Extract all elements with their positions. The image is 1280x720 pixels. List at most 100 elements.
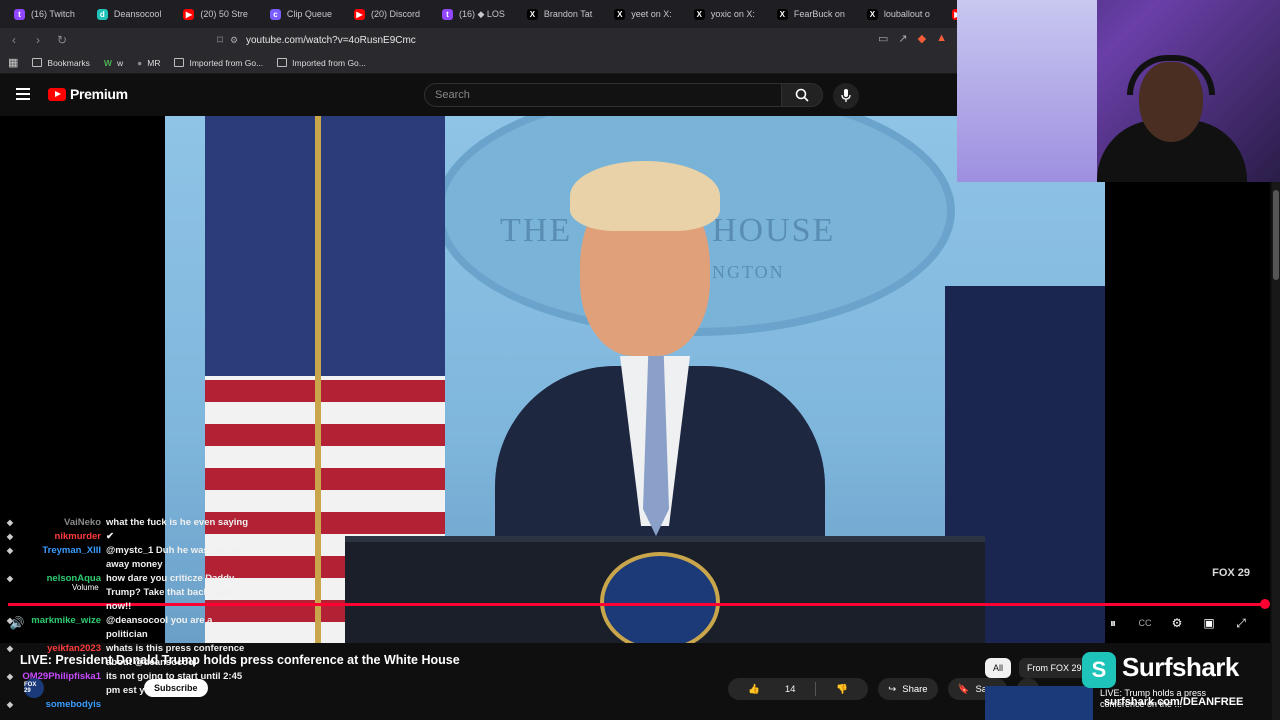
tab-favicon-icon: X bbox=[866, 8, 878, 20]
chat-text: how dare you criticze Daddy Trump? Take … bbox=[106, 573, 235, 612]
tab-label: louballout o bbox=[883, 9, 930, 19]
browser-tab[interactable]: ▶ (20) 50 Stre bbox=[173, 2, 258, 26]
chat-text: ✔ bbox=[106, 531, 114, 542]
share-icon: ↪ bbox=[888, 683, 897, 695]
sponsor-url: surfshark.com/DEANFREE bbox=[1104, 696, 1244, 708]
flag-pole bbox=[315, 116, 321, 643]
brave-shield-icon[interactable]: ◆ bbox=[918, 32, 926, 45]
voice-search-button[interactable] bbox=[833, 83, 859, 109]
chat-username[interactable]: Treyman_XIII bbox=[21, 544, 101, 558]
bookmark-icon[interactable]: ⌑ bbox=[210, 30, 230, 50]
browser-tab[interactable]: Xlouballout o bbox=[857, 2, 940, 26]
recommendation-chips: All From FOX 29 F bbox=[985, 658, 1098, 678]
tab-label: (16) Twitch bbox=[31, 9, 75, 19]
captions-icon[interactable]: CC bbox=[1138, 616, 1152, 630]
apps-grid-icon[interactable]: ▦ bbox=[8, 56, 18, 69]
channel-avatar[interactable]: FOX 29 bbox=[24, 678, 44, 698]
tab-favicon-icon: d bbox=[96, 8, 108, 20]
tab-favicon-icon: t bbox=[14, 8, 25, 20]
chat-username[interactable]: markmike_wize bbox=[21, 614, 101, 628]
sponsor-name: Surfshark bbox=[1122, 652, 1239, 682]
browser-tab[interactable]: Xyeet on X: bbox=[604, 2, 682, 26]
hamburger-menu-icon[interactable] bbox=[16, 88, 30, 100]
chat-text: what the fuck is he even saying bbox=[106, 517, 249, 528]
bookmarks-bar: ▦ Bookmarks Ww ● MR Imported from Go... I… bbox=[0, 52, 957, 74]
bookmark-item[interactable]: Ww bbox=[104, 58, 123, 68]
chat-badge-icon: ◆ bbox=[6, 518, 14, 527]
miniplayer-icon[interactable]: ▣ bbox=[1202, 616, 1216, 630]
chat-message: ◆ markmike_wize @deansocool you are a poli… bbox=[0, 614, 270, 642]
fullscreen-icon[interactable]: ⤢ bbox=[1234, 616, 1248, 630]
browser-tab[interactable]: ▶(20) Bodyca bbox=[942, 2, 957, 26]
tab-favicon-icon: X bbox=[776, 8, 788, 20]
chat-username[interactable]: VaiNeko bbox=[21, 516, 101, 530]
webcam-background-wall bbox=[957, 0, 1097, 182]
bookmark-item[interactable]: ● MR bbox=[137, 58, 160, 68]
like-button[interactable]: 👍 14 bbox=[728, 678, 815, 700]
surfshark-logo-icon: S bbox=[1082, 652, 1116, 688]
chip-all[interactable]: All bbox=[985, 658, 1012, 678]
bookmark-item[interactable]: Imported from Go... bbox=[277, 58, 366, 68]
tab-favicon-icon: c bbox=[269, 8, 281, 20]
search-button[interactable] bbox=[781, 83, 823, 107]
w-icon: W bbox=[103, 57, 112, 68]
bookmark-folder-icon bbox=[32, 58, 43, 67]
chat-message: ◆ Treyman_XIII @mystc_1 Duh he was giving … bbox=[0, 544, 270, 572]
tab-label: FearBuck on bbox=[793, 9, 845, 19]
tab-label: yoxic on X: bbox=[710, 9, 755, 19]
tab-label: Brandon Tat bbox=[543, 9, 593, 19]
dislike-button[interactable]: 👎 bbox=[816, 678, 868, 700]
subscribe-button[interactable]: Subscribe bbox=[144, 679, 208, 697]
chat-username[interactable]: somebodyis bbox=[21, 698, 101, 712]
back-icon[interactable]: ‹ bbox=[4, 30, 24, 50]
chat-message: ◆ nikmurder ✔ bbox=[0, 530, 270, 544]
tab-favicon-icon: X bbox=[614, 8, 626, 20]
bookmark-item[interactable]: Imported from Go... bbox=[174, 58, 263, 68]
recommended-video-thumbnail[interactable] bbox=[985, 686, 1093, 720]
settings-gear-icon[interactable]: ⚙ bbox=[1170, 616, 1184, 630]
url-field[interactable]: ⚙ youtube.com/watch?v=4oRusnE9Cmc bbox=[230, 31, 950, 49]
channel-row: FOX 29 Subscribe bbox=[24, 678, 208, 698]
browser-tab[interactable]: X Brandon Tat bbox=[517, 2, 602, 26]
browser-tab[interactable]: Xyoxic on X: bbox=[684, 2, 765, 26]
player-controls-right: ⏸ CC ⚙ ▣ ⤢ bbox=[1106, 616, 1248, 631]
search-input[interactable]: Search bbox=[424, 83, 782, 107]
reload-icon[interactable]: ↻ bbox=[52, 30, 72, 50]
tab-favicon-icon: X bbox=[526, 8, 538, 20]
bookmark-item[interactable]: Bookmarks bbox=[32, 58, 90, 68]
forward-icon[interactable]: › bbox=[28, 30, 48, 50]
chat-badge-icon: ◆ bbox=[6, 672, 14, 681]
mr-icon: ● bbox=[137, 57, 143, 68]
chat-message: ◆ nelsonAqua how dare you criticze Daddy T… bbox=[0, 572, 270, 614]
browser-tab[interactable]: ▶ (20) Discord bbox=[344, 2, 430, 26]
bookmark-folder-icon bbox=[174, 58, 185, 67]
browser-tab[interactable]: d Deansocool bbox=[87, 2, 172, 26]
progress-scrubber[interactable] bbox=[1260, 599, 1270, 609]
chat-username[interactable]: nelsonAqua bbox=[21, 572, 101, 586]
browser-tab[interactable]: t (16) ◆ LOS bbox=[432, 2, 515, 26]
youtube-premium-logo[interactable]: Premium bbox=[48, 86, 128, 102]
chat-badge-icon: ◆ bbox=[6, 574, 14, 583]
scrollbar-thumb[interactable] bbox=[1273, 190, 1279, 280]
youtube-header: Premium Search bbox=[0, 74, 957, 116]
install-icon[interactable]: ▭ bbox=[878, 32, 888, 45]
browser-address-bar: ‹ › ↻ ⌑ ⚙ youtube.com/watch?v=4oRusnE9Cm… bbox=[0, 28, 957, 52]
browser-tab[interactable]: c Clip Queue bbox=[260, 2, 342, 26]
browser-tab[interactable]: t (16) Twitch bbox=[4, 2, 85, 26]
address-bar-actions: ▭ ↗ ◆ ▲ bbox=[878, 32, 947, 45]
chat-badge-icon: ◆ bbox=[6, 532, 14, 541]
browser-tab[interactable]: X FearBuck on bbox=[767, 2, 855, 26]
url-text: youtube.com/watch?v=4oRusnE9Cmc bbox=[246, 34, 416, 46]
autoplay-toggle-icon[interactable]: ⏸ bbox=[1106, 616, 1120, 630]
tab-label: (20) 50 Stre bbox=[200, 9, 248, 19]
microphone-icon bbox=[841, 89, 851, 102]
site-info-icon[interactable]: ⚙ bbox=[230, 35, 246, 46]
chat-message: ◆ somebodyis bbox=[0, 698, 270, 712]
share-page-icon[interactable]: ↗ bbox=[898, 32, 907, 45]
brave-rewards-icon[interactable]: ▲ bbox=[936, 32, 947, 45]
chat-username[interactable]: nikmurder bbox=[21, 530, 101, 544]
streamer-webcam bbox=[957, 0, 1280, 182]
video-title: LIVE: President Donald Trump holds press… bbox=[20, 653, 460, 667]
share-button[interactable]: ↪ Share bbox=[878, 678, 938, 700]
like-dislike-group: 👍 14 👎 bbox=[728, 678, 869, 700]
